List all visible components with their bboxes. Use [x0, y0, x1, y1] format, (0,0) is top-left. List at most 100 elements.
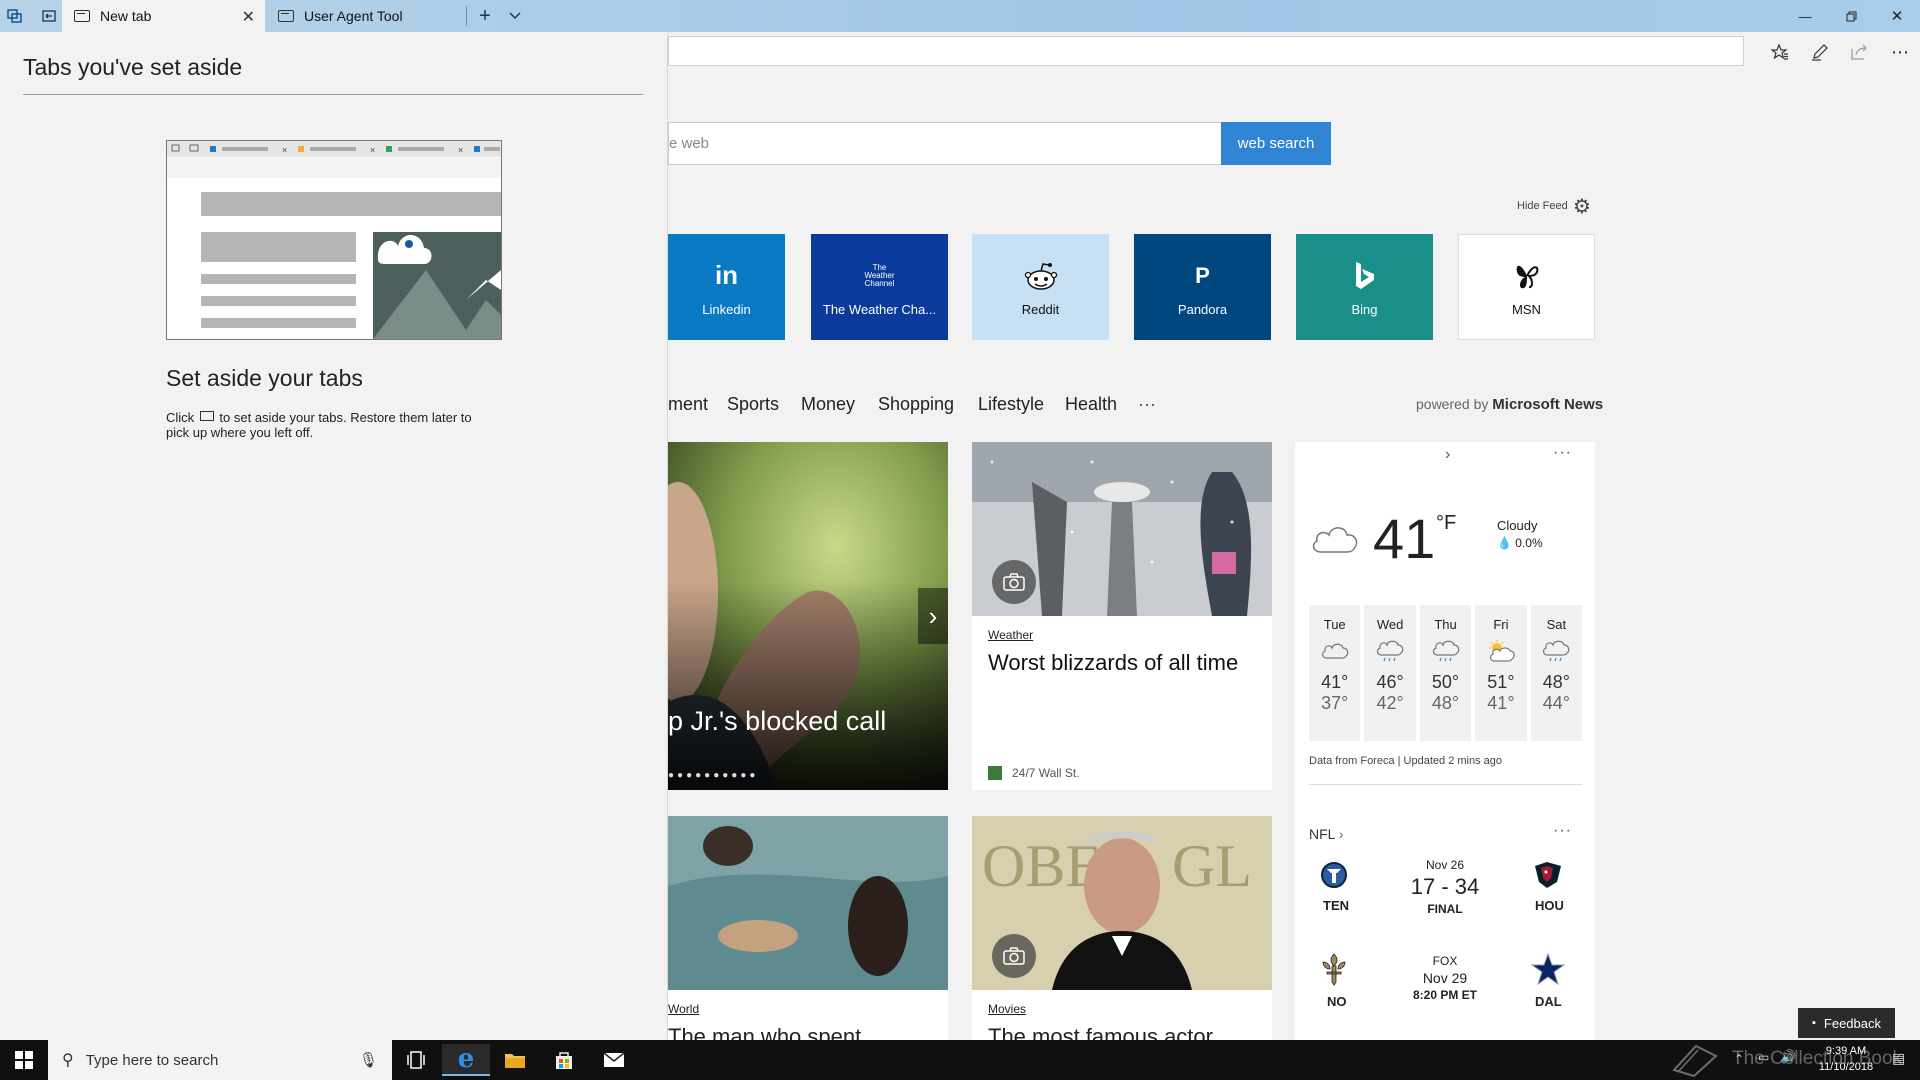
microphone-icon[interactable]: 🎙	[359, 1051, 378, 1069]
chevron-right-icon[interactable]: ›	[1445, 446, 1450, 464]
nav-sports[interactable]: Sports	[727, 394, 779, 415]
panel-description: Click to set aside your tabs. Restore th…	[166, 410, 496, 440]
nav-entertainment[interactable]: ment	[668, 394, 708, 415]
card-headline: The most famous actor	[988, 1024, 1213, 1040]
tile-label: Bing	[1351, 301, 1378, 317]
share-icon[interactable]	[1847, 40, 1871, 64]
mail-icon[interactable]	[590, 1044, 638, 1076]
card-category[interactable]: World	[668, 1002, 699, 1016]
texans-logo-icon	[1531, 860, 1565, 895]
forecast-day[interactable]: Wed 46° 42°	[1364, 605, 1416, 741]
linkedin-logo-icon: in	[714, 260, 739, 290]
clock-time: 9:39 AM	[1825, 1045, 1867, 1057]
tab-new-tab[interactable]: New tab ✕	[62, 0, 265, 32]
nav-health[interactable]: Health	[1065, 394, 1117, 415]
close-window-button[interactable]: ✕	[1874, 0, 1920, 32]
web-search-input[interactable]: e web	[668, 122, 1221, 165]
forecast-low: 41°	[1487, 693, 1515, 713]
tile-bing[interactable]: Bing	[1296, 234, 1433, 340]
card-category[interactable]: Movies	[988, 1002, 1026, 1016]
svg-text:×: ×	[282, 145, 287, 155]
action-center-icon[interactable]: ▤	[1892, 1050, 1905, 1067]
forecast-high: 41°	[1321, 672, 1349, 692]
edge-browser-icon[interactable]: e	[442, 1044, 490, 1076]
clock-date: 11/10/2018	[1818, 1061, 1874, 1073]
forecast-day[interactable]: Tue 41° 37°	[1309, 605, 1361, 741]
tile-label: Pandora	[1177, 301, 1228, 317]
pandora-logo-icon: P	[1195, 262, 1210, 288]
feedback-button[interactable]: ▪ Feedback	[1798, 1008, 1895, 1038]
gear-icon[interactable]: ⚙	[1573, 194, 1591, 219]
taskbar-search-placeholder: Type here to search	[85, 1051, 219, 1069]
tile-pandora[interactable]: P Pandora	[1134, 234, 1271, 340]
new-tab-plus-icon[interactable]: +	[470, 0, 500, 32]
tile-label: Reddit	[1021, 301, 1060, 317]
chevron-down-icon[interactable]	[500, 0, 530, 32]
tab-label: New tab	[100, 8, 152, 24]
volume-icon[interactable]: 🔊	[1780, 1049, 1796, 1065]
news-card-movies[interactable]: OBE GL Movies The most famous actor	[972, 816, 1272, 1040]
powered-by: powered by Microsoft News	[1416, 396, 1603, 413]
page-icon	[278, 10, 294, 22]
task-view-icon[interactable]	[392, 1044, 440, 1076]
game-date: Nov 26	[1425, 858, 1465, 872]
forecast-day-label: Wed	[1376, 617, 1404, 632]
more-icon[interactable]: ···	[1553, 444, 1572, 462]
minimize-button[interactable]: —	[1782, 0, 1828, 32]
forecast-high: 51°	[1487, 672, 1515, 692]
restore-button[interactable]	[1828, 0, 1874, 32]
forecast-low: 42°	[1376, 693, 1404, 713]
tile-msn[interactable]: MSN	[1458, 234, 1595, 340]
svg-text:×: ×	[370, 145, 375, 155]
file-explorer-icon[interactable]	[491, 1044, 539, 1076]
forecast-low: 37°	[1321, 693, 1349, 713]
weather-condition: Cloudy	[1497, 518, 1538, 533]
hide-feed-link[interactable]: Hide Feed	[1517, 200, 1568, 212]
forecast-day-label: Fri	[1493, 617, 1509, 632]
tab-preview-icon[interactable]	[0, 0, 30, 32]
forecast-low: 44°	[1542, 693, 1570, 713]
chevron-right-icon: ›	[1338, 826, 1344, 842]
tile-reddit[interactable]: Reddit	[972, 234, 1109, 340]
hero-card[interactable]: › p Jr.'s blocked call ●●●●●●●●●●	[668, 442, 948, 790]
more-icon[interactable]: ⋯	[1888, 40, 1912, 64]
nav-shopping[interactable]: Shopping	[878, 394, 954, 415]
news-card-weather[interactable]: Weather Worst blizzards of all time 24/7…	[972, 442, 1272, 790]
close-tab-icon[interactable]: ✕	[242, 7, 255, 27]
tile-weather-channel[interactable]: The Weather Channel The Weather Cha...	[811, 234, 948, 340]
nav-more-icon[interactable]: ···	[1138, 394, 1156, 415]
pen-icon[interactable]	[1808, 40, 1832, 64]
tray-chevron-up-icon[interactable]: ⌃	[1734, 1052, 1744, 1066]
forecast-day[interactable]: Fri 51° 41°	[1475, 605, 1527, 741]
clock[interactable]: 9:39 AM 11/10/2018	[1806, 1043, 1886, 1075]
forecast-day[interactable]: Thu 50° 48°	[1419, 605, 1472, 741]
forecast-day[interactable]: Sat 48° 44°	[1530, 605, 1583, 741]
game-time: 8:20 PM ET	[1412, 988, 1478, 1002]
taskbar-search-input[interactable]: ⚲ Type here to search 🎙	[48, 1040, 392, 1080]
web-search-button[interactable]: web search	[1221, 122, 1331, 165]
card-category[interactable]: Weather	[988, 628, 1033, 642]
store-icon[interactable]	[540, 1044, 588, 1076]
divider	[23, 94, 643, 95]
nav-money[interactable]: Money	[801, 394, 855, 415]
temperature-unit[interactable]: °F	[1436, 512, 1456, 535]
carousel-next-icon[interactable]: ›	[918, 588, 948, 644]
nav-lifestyle[interactable]: Lifestyle	[978, 394, 1044, 415]
more-icon[interactable]: ···	[1553, 822, 1572, 840]
tab-divider	[466, 6, 467, 26]
set-aside-tabs-icon[interactable]	[34, 0, 64, 32]
news-card-world[interactable]: World The man who spent	[668, 816, 948, 1040]
windows-start-icon[interactable]	[0, 1044, 48, 1076]
page-icon	[74, 10, 90, 22]
new-tab-page: e web web search Hide Feed ⚙ in Linkedin…	[668, 72, 1920, 1040]
tab-label: User Agent Tool	[304, 8, 403, 24]
tab-user-agent-tool[interactable]: User Agent Tool	[266, 0, 466, 32]
address-bar[interactable]	[668, 36, 1744, 66]
nfl-link[interactable]: NFL ›	[1309, 826, 1344, 842]
tile-linkedin[interactable]: in Linkedin	[668, 234, 785, 340]
rain-icon	[1420, 640, 1471, 668]
world-photo	[668, 816, 948, 990]
tile-label: Linkedin	[702, 301, 751, 317]
network-icon[interactable]: ▭	[1758, 1050, 1769, 1064]
favorites-star-icon[interactable]	[1768, 40, 1792, 64]
